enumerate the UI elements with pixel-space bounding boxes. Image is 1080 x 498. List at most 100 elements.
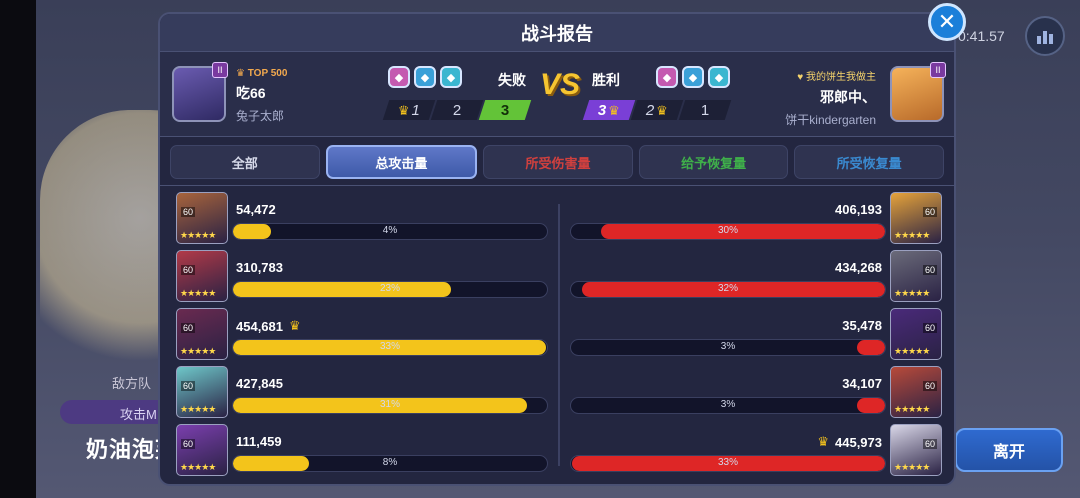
damage-value: 35,478	[842, 318, 882, 333]
right-player-info: ♥ 我的饼生我做主 邪郎中、 饼干kindergarten	[785, 68, 876, 128]
heart-icon: ♥	[797, 72, 806, 83]
treasure-icon[interactable]: ◆	[414, 66, 436, 88]
level-label: 60	[181, 265, 196, 275]
tab-total-attack[interactable]: 总攻击量	[325, 145, 478, 179]
star-icon: ★★★★★	[894, 230, 930, 240]
damage-value: 310,783	[236, 260, 283, 275]
right-result: 胜利	[592, 72, 620, 88]
level-label: 60	[181, 381, 196, 391]
cookie-portrait[interactable]: 60 ★★★★★	[890, 424, 942, 476]
crown-icon: ♛	[817, 434, 829, 449]
star-icon: ★★★★★	[180, 404, 216, 414]
stat-row: 60 ★★★★★ 454,681 ♛ 33%	[176, 308, 552, 360]
treasure-icon[interactable]: ◆	[708, 66, 730, 88]
damage-value: 406,193	[835, 202, 882, 217]
left-player-guild: 兔子太郎	[236, 109, 285, 123]
star-icon: ★★★★★	[180, 462, 216, 472]
damage-value: 111,459	[236, 434, 282, 449]
right-round-scores: 3 ♛ 2 ♛ 1	[582, 100, 732, 120]
stat-row: 60 ★★★★★ 406,193 30%	[568, 192, 942, 244]
damage-bar: 4%	[232, 223, 548, 240]
leave-button[interactable]: 离开	[955, 428, 1063, 472]
players-header: II ♛ TOP 500 吃66 兔子太郎 ◆ ◆ ◆ 失败 VS 胜利 ◆ ◆…	[160, 52, 954, 136]
cookie-portrait[interactable]: 60 ★★★★★	[890, 250, 942, 302]
damage-value: 54,472	[236, 202, 276, 217]
star-icon: ★★★★★	[180, 230, 216, 240]
crown-icon: ♛	[289, 318, 301, 333]
stat-row: 60 ★★★★★ 35,478 3%	[568, 308, 942, 360]
left-treasure-icons: ◆ ◆ ◆	[388, 66, 462, 88]
damage-percent: 3%	[720, 399, 736, 410]
round-slot: 3	[478, 100, 532, 120]
stat-row: 60 ★★★★★ 427,845 31%	[176, 366, 552, 418]
crown-icon: ♛	[398, 102, 410, 117]
cookie-portrait[interactable]: 60 ★★★★★	[176, 192, 228, 244]
rank-tag: II	[212, 62, 228, 78]
crown-icon: ♛	[656, 102, 668, 117]
damage-percent: 32%	[717, 283, 738, 294]
close-button[interactable]: ✕	[928, 3, 966, 41]
round-slot: 2	[430, 100, 484, 120]
damage-percent: 3%	[720, 341, 736, 352]
treasure-icon[interactable]: ◆	[388, 66, 410, 88]
tab-healing-given[interactable]: 给予恢复量	[638, 145, 789, 179]
damage-percent: 33%	[379, 341, 400, 352]
level-label: 60	[922, 439, 937, 449]
level-label: 60	[922, 323, 937, 333]
left-player-name: 吃66	[236, 85, 266, 101]
round-slot: 1	[678, 100, 732, 120]
damage-value: 34,107	[842, 376, 882, 391]
damage-percent: 8%	[382, 457, 398, 468]
star-icon: ★★★★★	[180, 346, 216, 356]
rank-tag: II	[930, 62, 946, 78]
stats-icon	[1037, 31, 1053, 44]
level-label: 60	[922, 265, 937, 275]
damage-percent: 31%	[379, 399, 400, 410]
star-icon: ★★★★★	[894, 346, 930, 356]
cookie-portrait[interactable]: 60 ★★★★★	[890, 366, 942, 418]
treasure-icon[interactable]: ◆	[440, 66, 462, 88]
level-label: 60	[922, 207, 937, 217]
star-icon: ★★★★★	[180, 288, 216, 298]
level-label: 60	[181, 323, 196, 333]
damage-value: 434,268	[835, 260, 882, 275]
damage-bar: 32%	[570, 281, 886, 298]
right-player-name: 邪郎中、	[820, 89, 876, 105]
right-player-badge: 我的饼生我做主	[806, 72, 876, 83]
cookie-portrait[interactable]: 60 ★★★★★	[890, 308, 942, 360]
damage-percent: 4%	[382, 225, 398, 236]
tab-healing-received[interactable]: 所受恢复量	[794, 145, 944, 179]
stat-row: 60 ★★★★★ 111,459 8%	[176, 424, 552, 476]
screen-edge	[0, 0, 36, 498]
crown-icon: ♛	[608, 102, 620, 117]
damage-bar: 3%	[570, 339, 886, 356]
damage-bar: 23%	[232, 281, 548, 298]
cookie-portrait[interactable]: 60 ★★★★★	[176, 366, 228, 418]
level-label: 60	[181, 207, 196, 217]
top-badge: TOP 500	[247, 68, 288, 79]
panel-title: 战斗报告	[160, 14, 954, 52]
round-slot: ♛ 1	[382, 100, 436, 120]
column-divider	[558, 204, 560, 466]
damage-bar: 8%	[232, 455, 548, 472]
stat-row: 60 ★★★★★ 34,107 3%	[568, 366, 942, 418]
cookie-portrait[interactable]: 60 ★★★★★	[176, 424, 228, 476]
star-icon: ★★★★★	[894, 404, 930, 414]
enemy-team-label: 敌方队	[112, 376, 152, 391]
cookie-portrait[interactable]: 60 ★★★★★	[176, 308, 228, 360]
round-slot: 3 ♛	[582, 100, 636, 120]
cookie-portrait[interactable]: 60 ★★★★★	[176, 250, 228, 302]
right-player-avatar[interactable]: II	[890, 62, 946, 122]
left-player-avatar[interactable]: II	[172, 62, 228, 122]
cookie-portrait[interactable]: 60 ★★★★★	[890, 192, 942, 244]
star-icon: ★★★★★	[894, 462, 930, 472]
damage-bar: 33%	[570, 455, 886, 472]
stats-button[interactable]	[1025, 16, 1065, 56]
treasure-icon[interactable]: ◆	[656, 66, 678, 88]
treasure-icon[interactable]: ◆	[682, 66, 704, 88]
damage-percent: 23%	[379, 283, 400, 294]
stats-tabs: 全部 总攻击量 所受伤害量 给予恢复量 所受恢复量	[160, 136, 954, 186]
right-treasure-icons: ◆ ◆ ◆	[656, 66, 730, 88]
tab-all[interactable]: 全部	[170, 145, 320, 179]
tab-damage-taken[interactable]: 所受伤害量	[483, 145, 633, 179]
